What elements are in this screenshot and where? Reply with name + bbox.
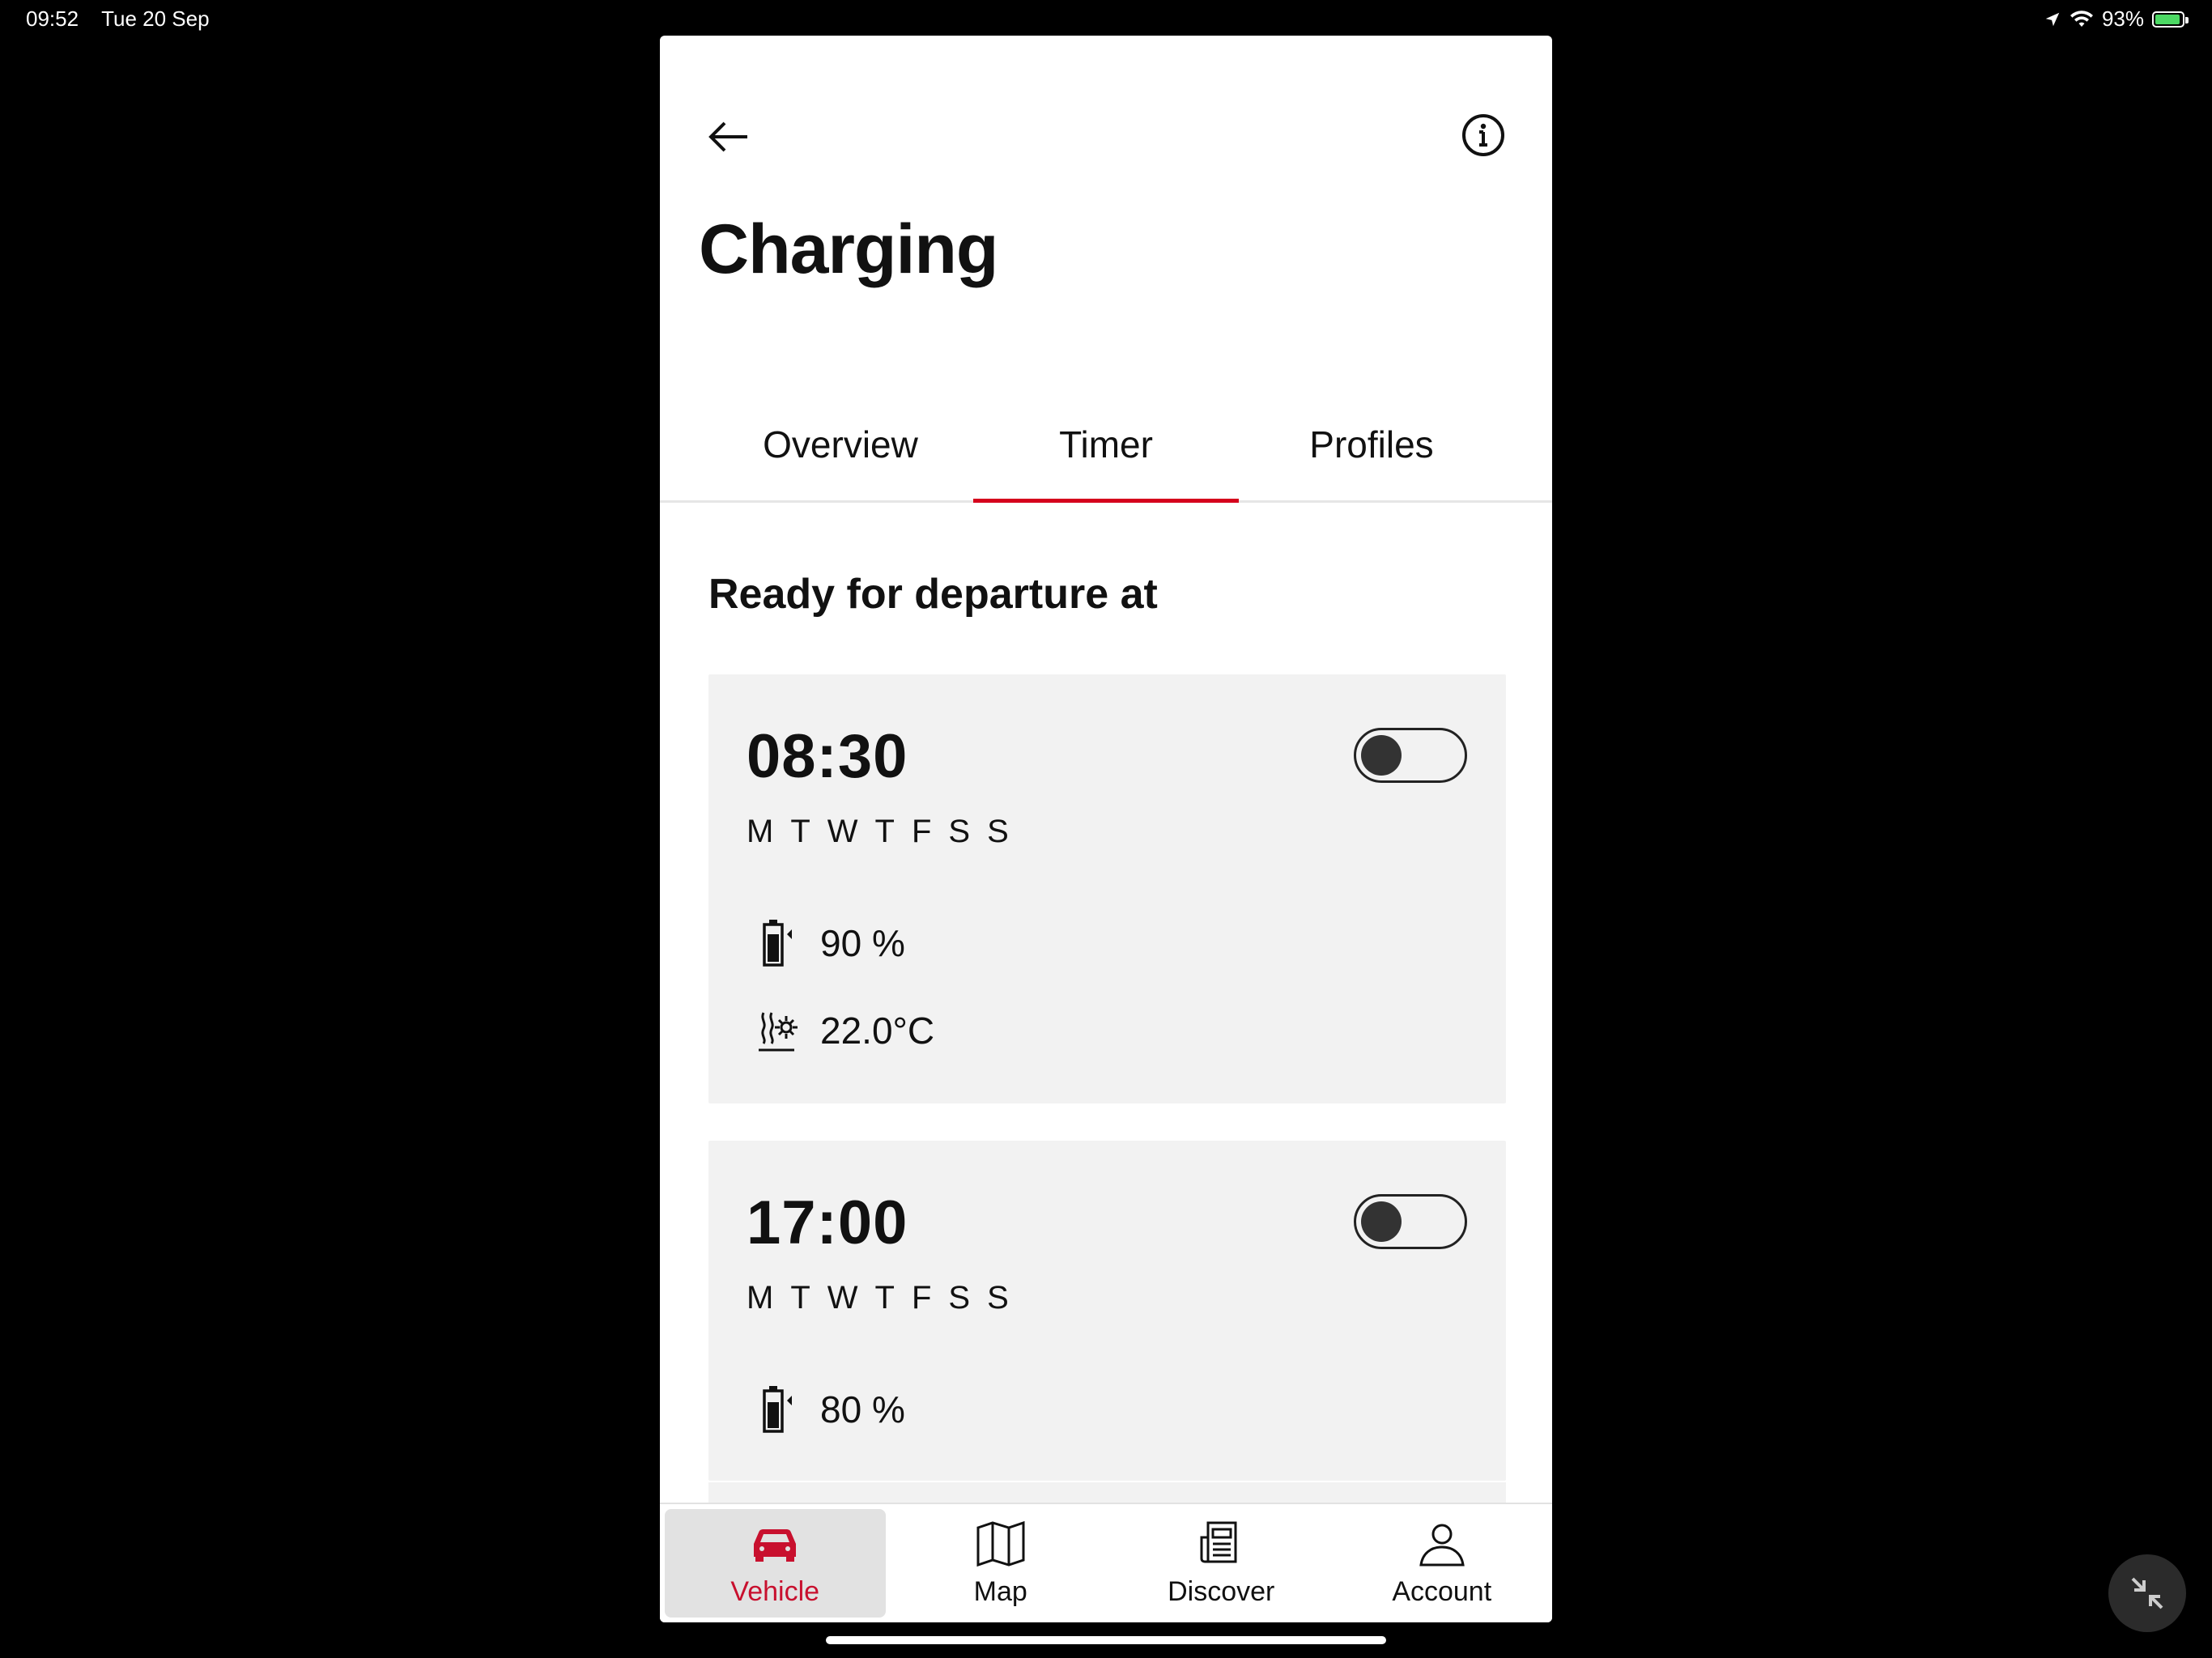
- tab-overview[interactable]: Overview: [708, 384, 973, 500]
- status-bar-right: 93%: [2044, 6, 2189, 32]
- tab-profiles[interactable]: Profiles: [1239, 384, 1504, 500]
- day-label: S: [987, 814, 1009, 849]
- user-icon: [1419, 1524, 1465, 1566]
- home-indicator[interactable]: [826, 1636, 1386, 1644]
- nav-label: Vehicle: [730, 1575, 820, 1607]
- page-title: Charging: [699, 210, 998, 288]
- car-icon: [754, 1528, 797, 1562]
- minimize-button[interactable]: [2108, 1554, 2186, 1632]
- charge-target-value: 90 %: [820, 922, 905, 964]
- day-label: F: [911, 1280, 932, 1316]
- nav-label: Map: [973, 1575, 1027, 1607]
- battery-percent: 93%: [2101, 6, 2144, 31]
- day-label: S: [948, 1280, 971, 1316]
- day-label: M: [747, 1280, 774, 1316]
- charge-target-value: 80 %: [820, 1388, 905, 1431]
- timer-time: 17:00: [747, 1188, 908, 1257]
- timer-time: 08:30: [747, 722, 908, 791]
- charge-target-row: 80 %: [757, 1384, 905, 1435]
- climate-temperature-value: 22.0°C: [820, 1010, 935, 1052]
- day-label: T: [874, 1280, 895, 1316]
- timer-days: M T W T F S S: [747, 1280, 1026, 1316]
- bottom-nav: Vehicle Map Discover Account: [660, 1503, 1552, 1622]
- toggle-knob: [1361, 1201, 1402, 1242]
- climate-icon: [757, 1005, 798, 1056]
- back-button[interactable]: [700, 108, 757, 165]
- info-icon: [1462, 114, 1504, 156]
- charge-target-row: 90 %: [757, 917, 905, 969]
- location-icon: [2045, 12, 2060, 26]
- day-label: T: [874, 814, 895, 849]
- timer-card[interactable]: 17:00 M T W T F S S 80 %: [708, 1141, 1506, 1481]
- wifi-icon: [2069, 10, 2093, 27]
- timer-toggle[interactable]: [1354, 1194, 1467, 1249]
- timer-days: M T W T F S S: [747, 814, 1026, 850]
- nav-account[interactable]: Account: [1332, 1504, 1553, 1622]
- nav-map[interactable]: Map: [891, 1504, 1112, 1622]
- newspaper-icon: [1200, 1521, 1237, 1562]
- app-window: Charging Overview Timer Profiles Ready f…: [660, 36, 1552, 1622]
- info-button[interactable]: [1455, 107, 1512, 164]
- day-label: M: [747, 814, 774, 849]
- nav-discover[interactable]: Discover: [1111, 1504, 1332, 1622]
- day-label: F: [911, 814, 932, 849]
- status-time: 09:52: [26, 6, 79, 31]
- day-label: S: [948, 814, 971, 849]
- battery-icon: [2152, 11, 2189, 28]
- map-icon: [976, 1520, 1025, 1567]
- toggle-knob: [1361, 735, 1402, 776]
- day-label: T: [790, 814, 810, 849]
- section-title: Ready for departure at: [708, 571, 1158, 618]
- nav-vehicle[interactable]: Vehicle: [665, 1509, 886, 1618]
- timer-card[interactable]: 08:30 M T W T F S S 90 % 22.0°C: [708, 674, 1506, 1103]
- day-label: W: [827, 1280, 858, 1316]
- day-label: T: [790, 1280, 810, 1316]
- arrow-left-icon: [708, 121, 747, 152]
- tab-bar: Overview Timer Profiles: [660, 384, 1552, 503]
- day-label: W: [827, 814, 858, 849]
- collapse-icon: [2131, 1577, 2163, 1609]
- day-label: S: [987, 1280, 1009, 1316]
- nav-label: Discover: [1168, 1575, 1275, 1607]
- tab-timer[interactable]: Timer: [973, 384, 1239, 503]
- top-bar: [660, 36, 1552, 206]
- battery-charge-icon: [757, 917, 798, 969]
- climate-row: 22.0°C: [757, 1005, 934, 1056]
- status-bar-left: 09:52 Tue 20 Sep: [26, 6, 210, 32]
- battery-charge-icon: [757, 1384, 798, 1435]
- nav-label: Account: [1392, 1575, 1492, 1607]
- status-date: Tue 20 Sep: [101, 6, 210, 31]
- timer-toggle[interactable]: [1354, 728, 1467, 783]
